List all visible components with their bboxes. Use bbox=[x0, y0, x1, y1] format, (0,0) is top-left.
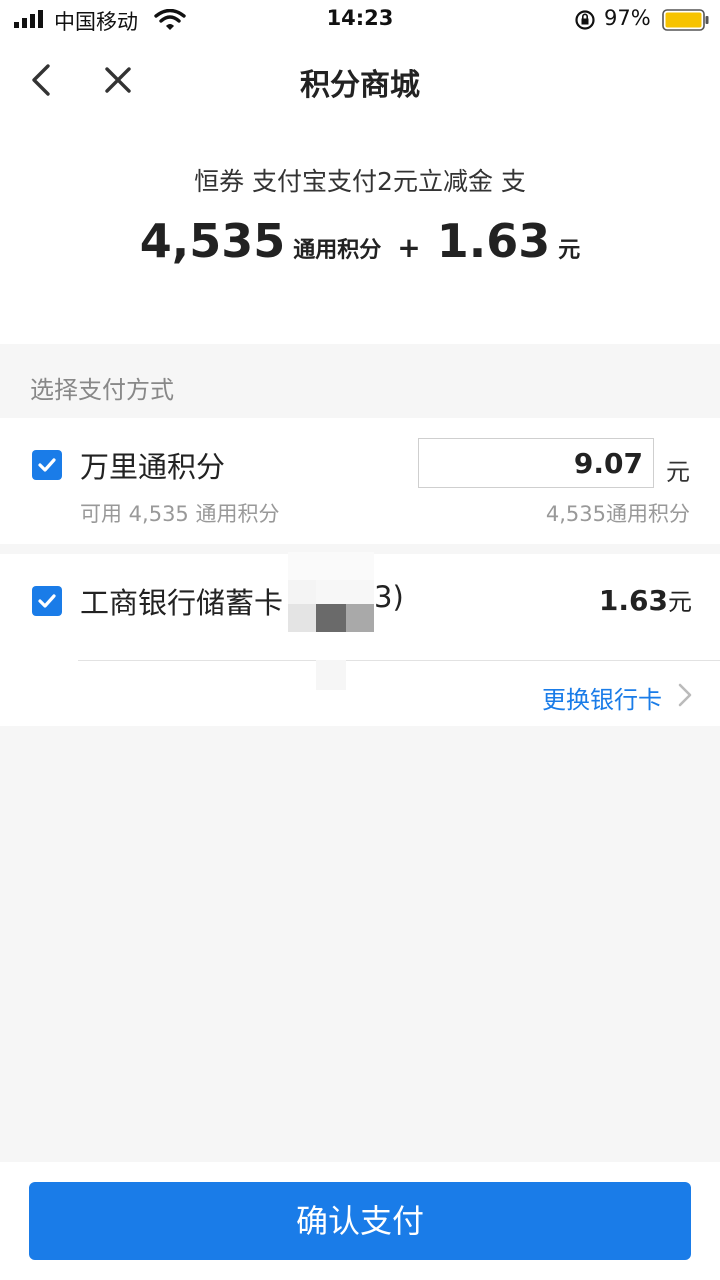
status-bar: 中国移动 14:23 97% bbox=[0, 0, 720, 40]
cash-unit: 元 bbox=[558, 238, 581, 263]
battery-percentage: 97% bbox=[604, 6, 651, 30]
points-input-unit: 元 bbox=[666, 458, 690, 486]
bank-card-checkbox[interactable] bbox=[32, 586, 62, 616]
cash-amount: 1.63 bbox=[436, 214, 551, 268]
bank-card-amount: 1.63元 bbox=[599, 582, 692, 617]
change-bank-card-link[interactable]: 更换银行卡 bbox=[542, 680, 662, 715]
payment-method-points: 万里通积分 可用 4,535 通用积分 元 4,535通用积分 bbox=[0, 418, 720, 544]
orientation-lock-icon bbox=[575, 10, 595, 30]
bank-card-suffix: 3) bbox=[374, 580, 404, 614]
order-total: 4,535 通用积分 + 1.63 元 bbox=[0, 214, 720, 268]
points-amount-input[interactable] bbox=[418, 438, 654, 488]
points-checkbox[interactable] bbox=[32, 450, 62, 480]
battery-icon bbox=[662, 9, 709, 31]
redaction-mask bbox=[288, 552, 374, 690]
chevron-right-icon[interactable] bbox=[676, 682, 694, 708]
order-description: 恒券 支付宝支付2元立减金 支 bbox=[194, 167, 526, 196]
confirm-payment-button[interactable]: 确认支付 bbox=[29, 1182, 691, 1260]
bank-card-amount-value: 1.63 bbox=[598, 584, 668, 617]
bank-card-amount-unit: 元 bbox=[668, 588, 692, 616]
points-method-name: 万里通积分 bbox=[80, 450, 226, 484]
points-unit: 通用积分 bbox=[293, 238, 382, 263]
plus-sign: + bbox=[397, 231, 421, 264]
points-used: 4,535通用积分 bbox=[545, 502, 690, 526]
points-amount: 4,535 bbox=[139, 214, 286, 268]
bank-card-name: 工商银行储蓄卡 bbox=[80, 586, 284, 620]
check-icon bbox=[38, 458, 56, 472]
page-title: 积分商城 bbox=[300, 68, 420, 103]
points-available: 可用 4,535 通用积分 bbox=[80, 502, 280, 526]
payment-section-title: 选择支付方式 bbox=[30, 376, 174, 404]
check-icon bbox=[38, 594, 56, 608]
divider bbox=[78, 660, 720, 661]
